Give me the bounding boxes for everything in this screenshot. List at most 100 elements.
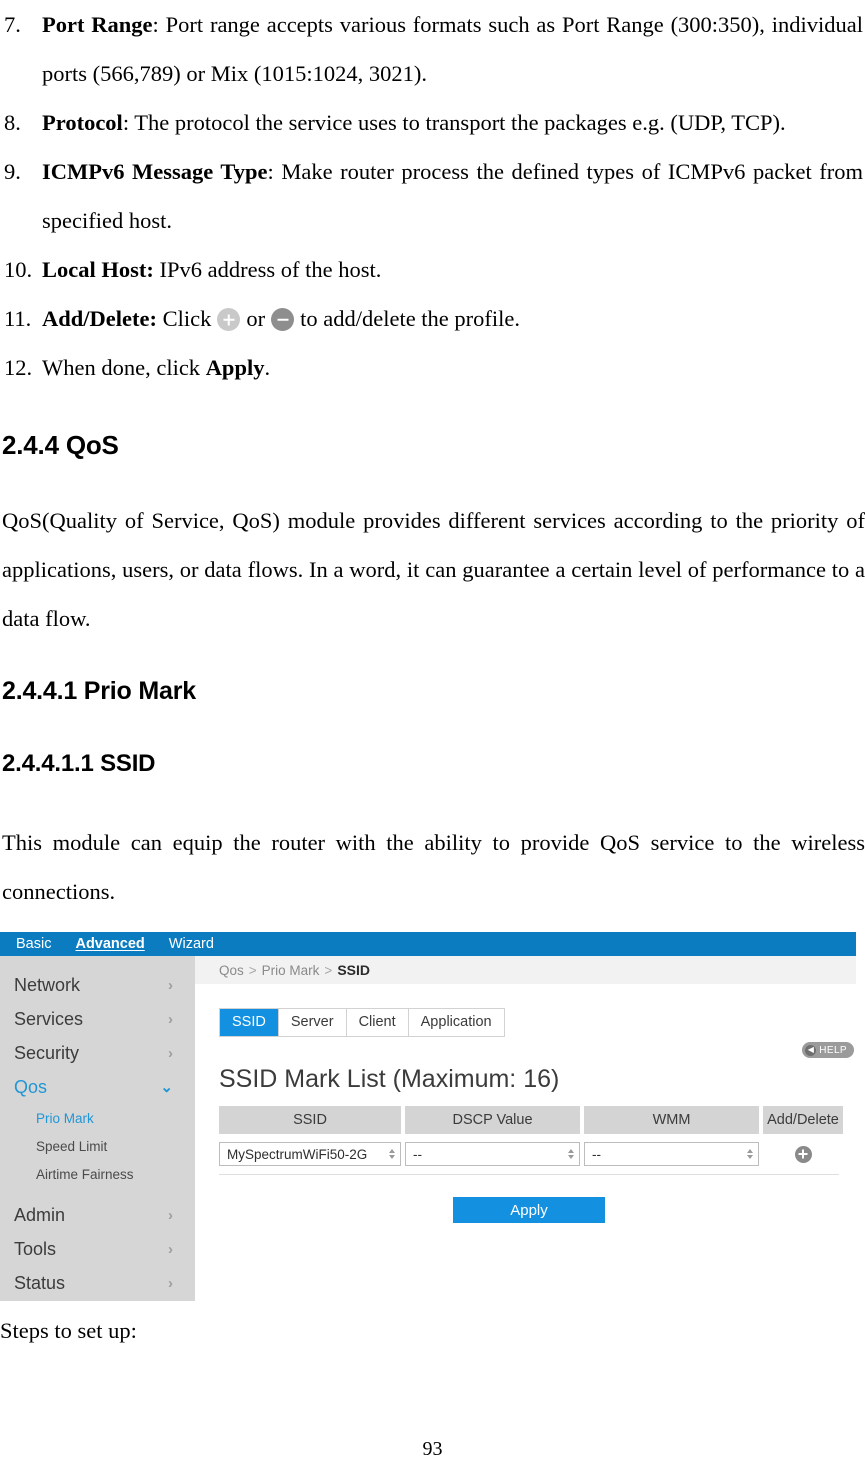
list-item-term: ICMPv6 Message Type xyxy=(42,159,268,184)
list-item-body: Protocol: The protocol the service uses … xyxy=(42,98,865,147)
heading-ssid: 2.4.4.1.1 SSID xyxy=(2,750,156,777)
tab-application[interactable]: Application xyxy=(409,1009,504,1036)
breadcrumb-separator: > xyxy=(324,962,333,978)
chevron-right-icon: › xyxy=(168,1274,173,1292)
breadcrumb-root[interactable]: Qos xyxy=(219,963,244,978)
wmm-select-value: -- xyxy=(592,1146,601,1162)
list-item-separator: : xyxy=(122,110,135,135)
column-header-wmm: WMM xyxy=(584,1106,759,1134)
chevron-right-icon: › xyxy=(168,1240,173,1258)
plus-circle-icon xyxy=(217,308,241,331)
list-item-term: Protocol xyxy=(42,110,123,135)
sidebar-subitem-label: Speed Limit xyxy=(36,1138,108,1154)
list-item-body: Local Host: IPv6 address of the host. xyxy=(42,245,865,294)
list-item-number: 12. xyxy=(4,355,33,380)
dscp-value-select[interactable]: -- xyxy=(405,1142,580,1166)
list-item-apply-keyword: Apply xyxy=(205,355,265,380)
sidebar-item-label: Qos xyxy=(14,1076,48,1097)
apply-button-wrap: Apply xyxy=(219,1197,839,1223)
paragraph-ssid: This module can equip the router with th… xyxy=(2,830,865,904)
breadcrumb-mid[interactable]: Prio Mark xyxy=(262,963,320,978)
sidebar-item-label: Status xyxy=(14,1272,66,1293)
sidebar-item-network[interactable]: Network › xyxy=(0,968,195,1002)
list-item-term: Local Host: xyxy=(42,257,154,282)
table-header-row: SSID DSCP Value WMM Add/Delete xyxy=(219,1106,843,1134)
column-header-dscp-value: DSCP Value xyxy=(405,1106,580,1134)
list-item: 10. Local Host: IPv6 address of the host… xyxy=(0,245,865,294)
router-sidebar: Network › Services › Security › Qos ⌄ Pr… xyxy=(0,956,195,1301)
help-button-label: HELP xyxy=(819,1044,847,1056)
chevron-down-icon: ⌄ xyxy=(160,1078,173,1096)
add-row-icon[interactable] xyxy=(794,1145,812,1163)
steps-caption: Steps to set up: xyxy=(0,1318,137,1343)
sidebar-item-label: Security xyxy=(14,1042,80,1063)
sidebar-subitem-prio-mark[interactable]: Prio Mark xyxy=(0,1104,195,1132)
sidebar-item-qos[interactable]: Qos ⌄ xyxy=(0,1070,195,1104)
list-item-body: Add/Delete: Click or to add/delete the pro… xyxy=(42,294,865,343)
list-item-term: Add/Delete: xyxy=(42,306,157,331)
ssid-select[interactable]: MySpectrumWiFi50-2G xyxy=(219,1142,401,1166)
list-item-text-after: . xyxy=(264,355,271,380)
sidebar-item-tools[interactable]: Tools › xyxy=(0,1232,195,1266)
list-item-separator: : xyxy=(267,159,282,184)
topnav-item-wizard[interactable]: Wizard xyxy=(157,932,226,956)
list-item-number: 7. xyxy=(4,12,21,37)
heading-prio-mark: 2.4.4.1 Prio Mark xyxy=(2,677,196,705)
sidebar-subitem-speed-limit[interactable]: Speed Limit xyxy=(0,1132,195,1160)
tab-client[interactable]: Client xyxy=(347,1009,409,1036)
sidebar-item-status[interactable]: Status › xyxy=(0,1266,195,1300)
column-header-ssid: SSID xyxy=(219,1106,401,1134)
list-item-text-middle: or xyxy=(246,306,266,331)
list-item-number: 9. xyxy=(4,159,21,184)
sidebar-item-label: Network xyxy=(14,974,81,995)
list-item: 8. Protocol: The protocol the service us… xyxy=(0,98,865,147)
router-ui-screenshot: Basic Advanced Wizard Network › Services… xyxy=(0,932,856,1301)
list-item-body: ICMPv6 Message Type: Make router process… xyxy=(42,147,865,245)
list-item-separator: : xyxy=(152,12,166,37)
breadcrumb: Qos > Prio Mark > SSID xyxy=(195,956,856,984)
router-top-navbar: Basic Advanced Wizard xyxy=(0,932,856,956)
sidebar-subitem-airtime-fairness[interactable]: Airtime Fairness xyxy=(0,1160,195,1188)
panel-title: SSID Mark List (Maximum: 16) xyxy=(219,1065,560,1093)
list-item-body: When done, click Apply. xyxy=(42,343,865,392)
sidebar-item-security[interactable]: Security › xyxy=(0,1036,195,1070)
help-button[interactable]: ◀ HELP xyxy=(802,1042,854,1058)
list-item-number: 10. xyxy=(4,257,33,282)
list-item: 11. Add/Delete: Click or to add/delete the… xyxy=(0,294,865,343)
list-item-number: 11. xyxy=(4,306,32,331)
chevron-right-icon: › xyxy=(168,1010,173,1028)
wmm-select[interactable]: -- xyxy=(584,1142,759,1166)
ssid-mark-table: SSID DSCP Value WMM Add/Delete MySpectru… xyxy=(219,1106,843,1175)
stepper-icon xyxy=(568,1149,574,1159)
list-item-text-after: to add/delete the profile. xyxy=(300,306,521,331)
numbered-list: 7. Port Range: Port range accepts variou… xyxy=(0,0,865,392)
tab-server[interactable]: Server xyxy=(279,1009,347,1036)
add-delete-cell xyxy=(763,1145,843,1163)
list-item-term: Port Range xyxy=(42,12,153,37)
table-row: MySpectrumWiFi50-2G -- -- xyxy=(219,1142,839,1175)
tab-ssid[interactable]: SSID xyxy=(220,1009,279,1036)
topnav-item-basic[interactable]: Basic xyxy=(4,932,63,956)
ssid-select-value: MySpectrumWiFi50-2G xyxy=(227,1146,368,1162)
minus-circle-icon xyxy=(271,308,295,331)
sidebar-item-label: Admin xyxy=(14,1204,66,1225)
list-item-text: The protocol the service uses to transpo… xyxy=(134,110,786,135)
router-body: Network › Services › Security › Qos ⌄ Pr… xyxy=(0,956,856,1301)
sidebar-item-admin[interactable]: Admin › xyxy=(0,1198,195,1232)
sidebar-item-services[interactable]: Services › xyxy=(0,1002,195,1036)
tab-strip: SSID Server Client Application xyxy=(219,1008,505,1037)
column-header-add-delete: Add/Delete xyxy=(763,1106,843,1134)
apply-button[interactable]: Apply xyxy=(453,1197,605,1223)
list-item: 12. When done, click Apply. xyxy=(0,343,865,392)
router-content: Qos > Prio Mark > SSID SSID Server Clien… xyxy=(195,956,856,1301)
chevron-right-icon: › xyxy=(168,976,173,994)
arrow-left-icon: ◀ xyxy=(805,1044,817,1056)
topnav-item-advanced[interactable]: Advanced xyxy=(63,932,156,956)
dscp-select-value: -- xyxy=(413,1146,422,1162)
stepper-icon xyxy=(389,1149,395,1159)
sidebar-subitem-label: Airtime Fairness xyxy=(36,1166,134,1182)
list-item: 7. Port Range: Port range accepts variou… xyxy=(0,0,865,98)
list-item-number: 8. xyxy=(4,110,21,135)
list-item-text-before: When done, click xyxy=(42,355,206,380)
sidebar-item-label: Services xyxy=(14,1008,84,1029)
